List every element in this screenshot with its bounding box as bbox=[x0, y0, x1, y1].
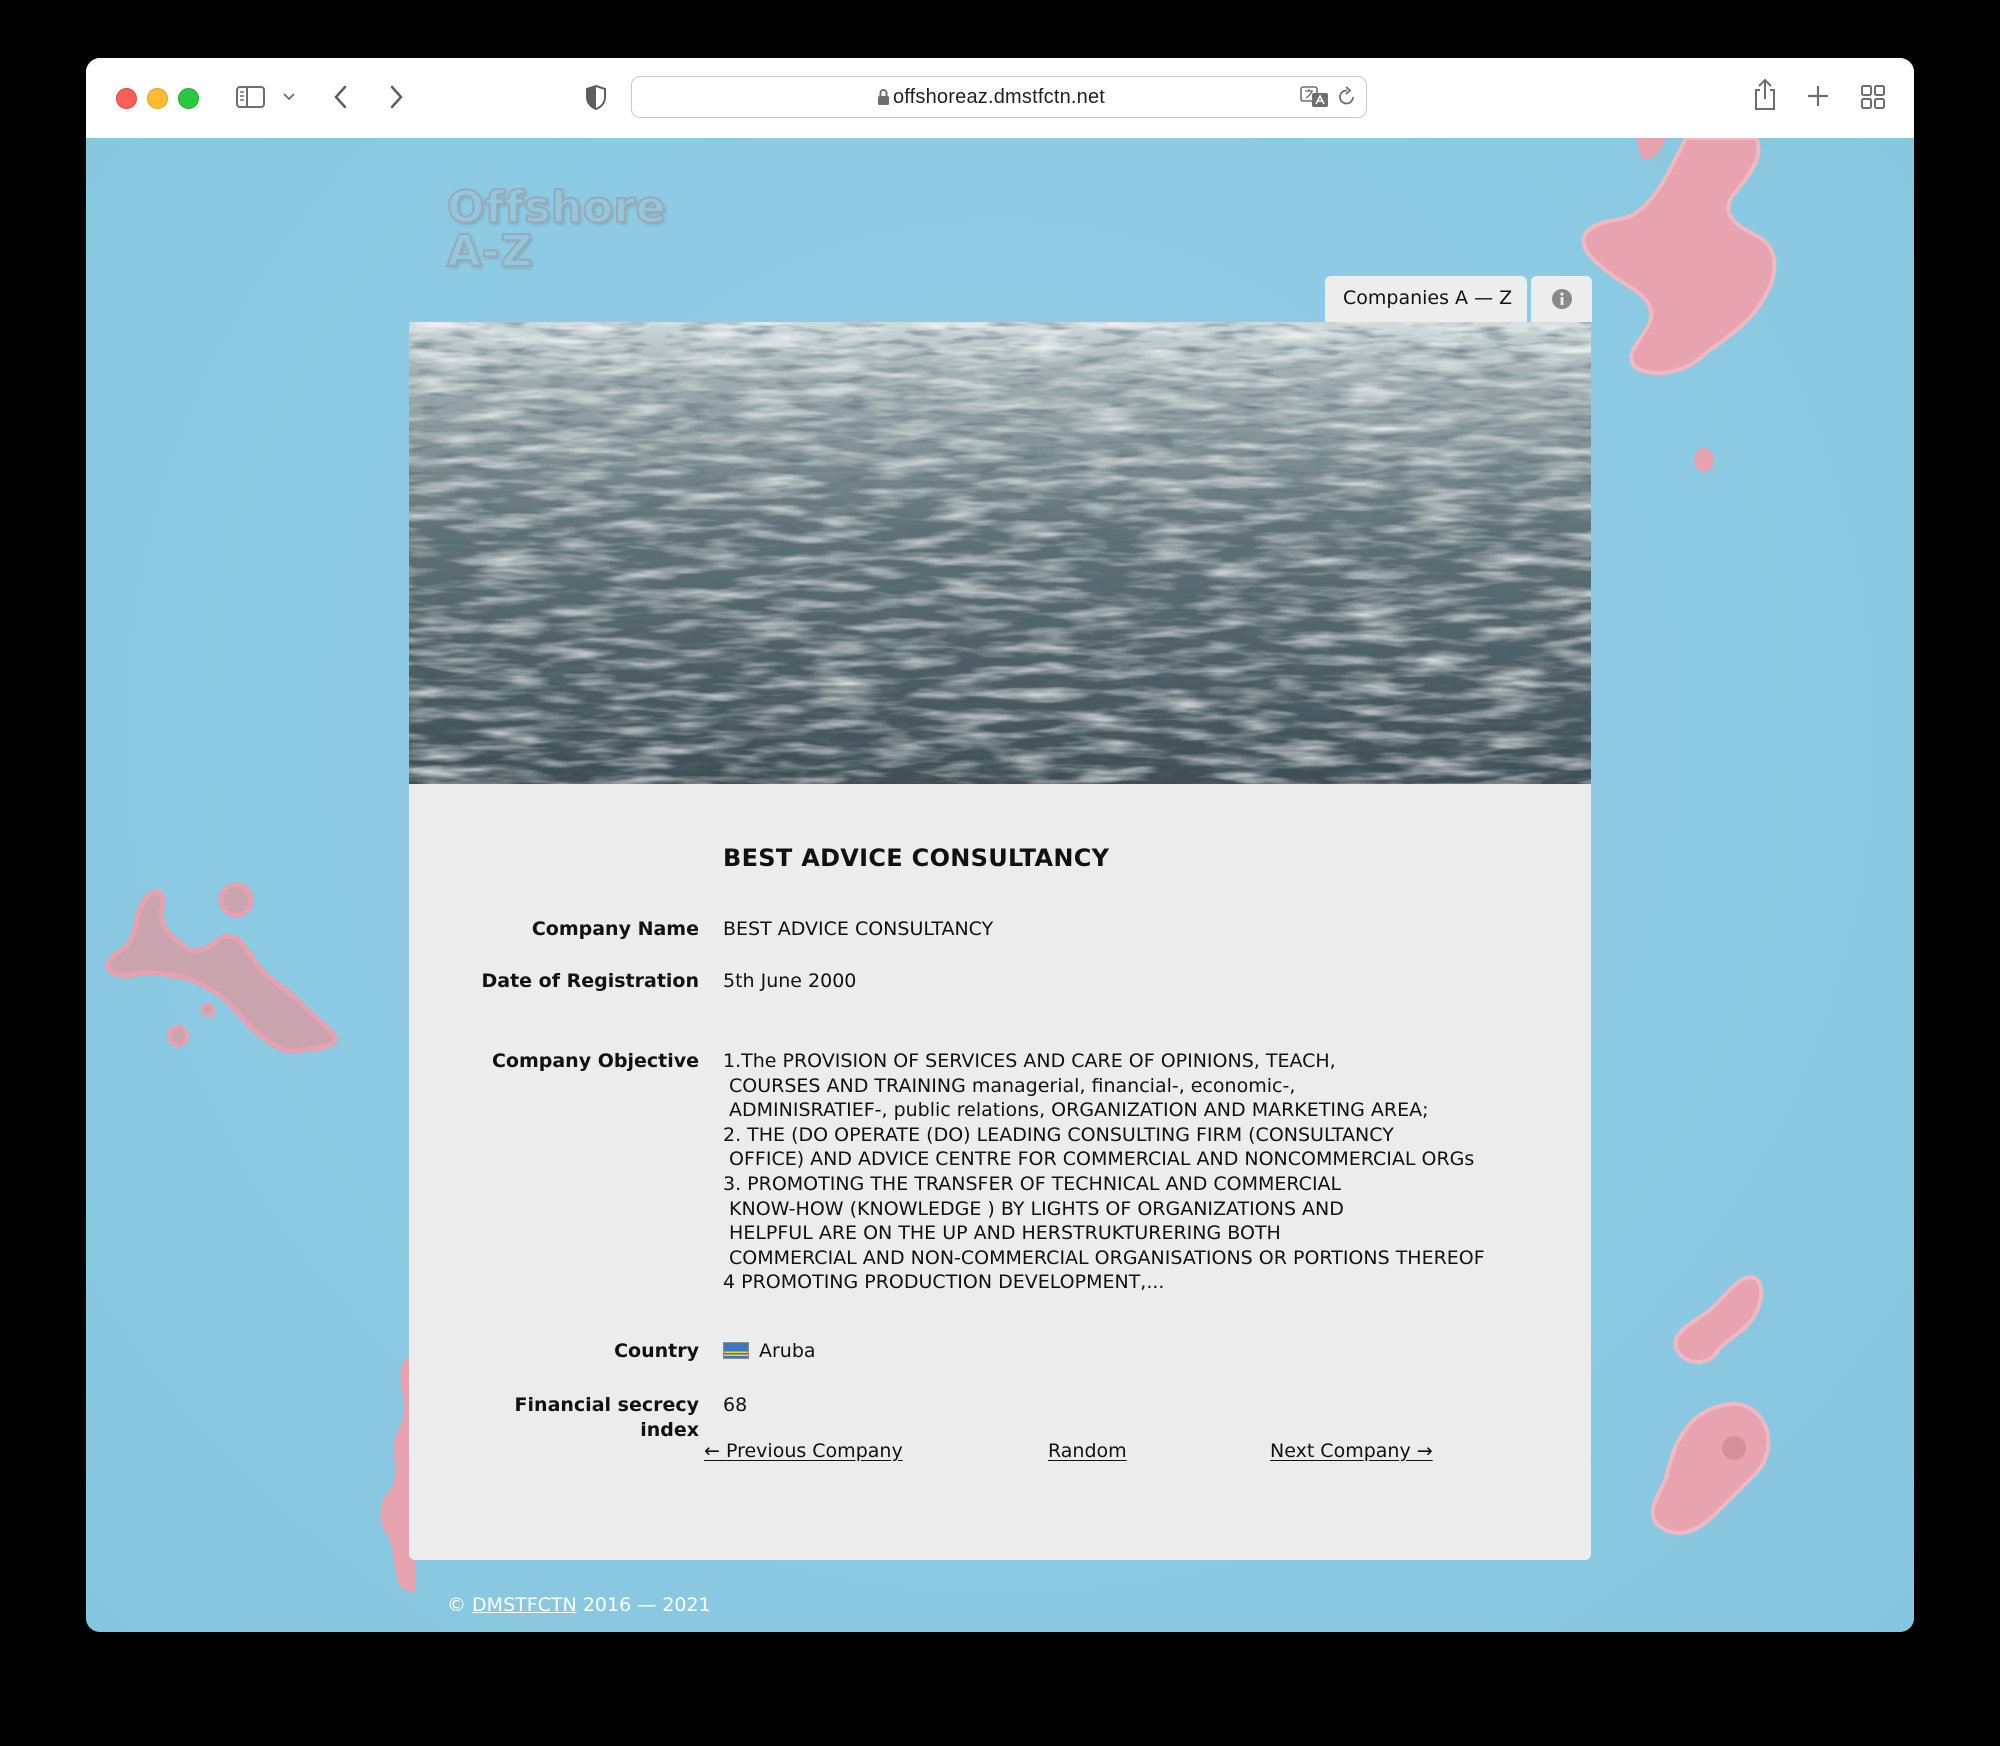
secrecy-index-label-line-1: Financial secrecy bbox=[514, 1394, 699, 1416]
info-icon bbox=[1552, 289, 1572, 309]
tab-info[interactable] bbox=[1531, 276, 1592, 322]
logo-line-2: A-Z bbox=[446, 226, 533, 277]
zoom-window-button[interactable] bbox=[178, 88, 199, 109]
registration-date-label: Date of Registration bbox=[481, 970, 700, 992]
random-company-link[interactable]: Random bbox=[1048, 1440, 1127, 1462]
browser-window: offshoreaz.dmstfctn.net Offshore A-Z Com… bbox=[86, 58, 1914, 1632]
logo-line-1: Offshore bbox=[446, 182, 666, 233]
translate-icon[interactable] bbox=[1300, 86, 1330, 108]
aruba-flag-icon bbox=[723, 1342, 749, 1359]
chevron-down-icon[interactable] bbox=[282, 92, 296, 102]
web-page: Offshore A-Z Companies A — Z BEST ADVICE… bbox=[86, 138, 1914, 1632]
copyright-years: 2016 — 2021 bbox=[582, 1594, 711, 1616]
company-name-value: BEST ADVICE CONSULTANCY bbox=[723, 918, 994, 940]
dmstfctn-link[interactable]: DMSTFCTN bbox=[472, 1594, 577, 1616]
next-company-link[interactable]: Next Company → bbox=[1270, 1440, 1433, 1462]
company-card: BEST ADVICE CONSULTANCY Company Name BES… bbox=[409, 322, 1591, 1560]
registration-date-value: 5th June 2000 bbox=[723, 970, 857, 992]
forward-arrow-icon[interactable] bbox=[387, 84, 405, 110]
company-objective-label: Company Objective bbox=[491, 1050, 699, 1072]
secrecy-index-label-line-2: index bbox=[640, 1419, 699, 1441]
footer: © DMSTFCTN 2016 — 2021 bbox=[447, 1594, 711, 1616]
secrecy-index-value: 68 bbox=[723, 1394, 748, 1416]
company-name-label: Company Name bbox=[531, 918, 699, 940]
country-label: Country bbox=[614, 1340, 699, 1362]
secrecy-index-label: Financial secrecy index bbox=[409, 1393, 699, 1443]
privacy-shield-icon[interactable] bbox=[584, 84, 608, 111]
island-left bbox=[105, 882, 339, 1054]
url-text: offshoreaz.dmstfctn.net bbox=[892, 86, 1106, 108]
sidebar-icon[interactable] bbox=[235, 85, 267, 109]
tab-overview-icon[interactable] bbox=[1860, 84, 1886, 110]
back-arrow-icon[interactable] bbox=[332, 84, 350, 110]
previous-company-link[interactable]: ← Previous Company bbox=[704, 1440, 903, 1462]
share-icon[interactable] bbox=[1752, 78, 1778, 112]
close-window-button[interactable] bbox=[116, 88, 137, 109]
tab-companies-a-z[interactable]: Companies A — Z bbox=[1325, 276, 1527, 322]
minimize-window-button[interactable] bbox=[147, 88, 168, 109]
country-name: Aruba bbox=[759, 1340, 816, 1362]
company-title: BEST ADVICE CONSULTANCY bbox=[723, 844, 1110, 872]
site-logo[interactable]: Offshore A-Z bbox=[446, 182, 666, 277]
country-value: Aruba bbox=[723, 1339, 816, 1364]
sea-surface-image bbox=[409, 322, 1591, 784]
new-tab-icon[interactable] bbox=[1806, 84, 1830, 108]
address-bar[interactable]: offshoreaz.dmstfctn.net bbox=[631, 76, 1367, 118]
island-bottom-right bbox=[1576, 1275, 1771, 1536]
browser-toolbar: offshoreaz.dmstfctn.net bbox=[86, 58, 1914, 139]
copyright-symbol: © bbox=[447, 1594, 466, 1616]
company-objective-value: 1.The PROVISION OF SERVICES AND CARE OF … bbox=[723, 1050, 1485, 1294]
reload-icon[interactable] bbox=[1337, 86, 1357, 108]
